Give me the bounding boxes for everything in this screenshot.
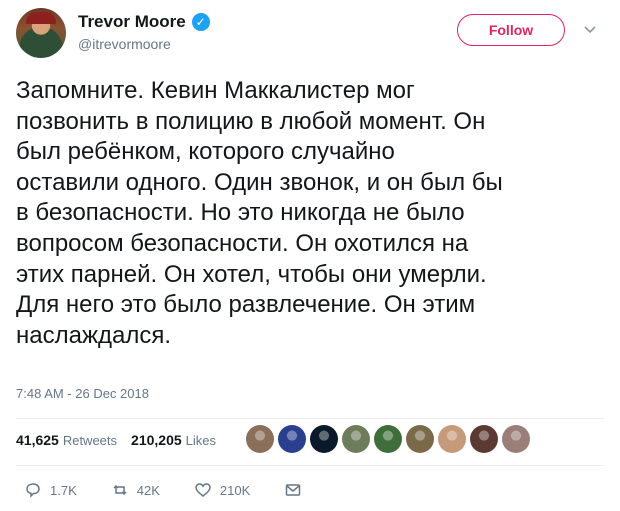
liker-avatar-7[interactable] xyxy=(438,425,466,453)
direct-message-button[interactable] xyxy=(284,481,302,499)
reply-count: 1.7K xyxy=(50,482,77,498)
like-count: 210K xyxy=(219,482,251,498)
likes-stat[interactable]: 210,205 Likes xyxy=(131,432,216,448)
reply-button[interactable]: 1.7K xyxy=(24,481,77,499)
liker-avatar-9[interactable] xyxy=(502,425,530,453)
like-button[interactable]: 210K xyxy=(194,481,250,499)
reply-icon xyxy=(26,483,40,498)
retweet-count: 42K xyxy=(136,482,160,498)
liker-avatar-6[interactable] xyxy=(406,425,434,453)
tweet-timestamp[interactable]: 7:48 AM - 26 Dec 2018 xyxy=(16,386,149,401)
follow-button[interactable]: Follow xyxy=(457,14,565,46)
liker-avatars xyxy=(246,425,530,453)
tweet-text: Запомните. Кевин Маккалистер мог позвони… xyxy=(16,77,503,349)
liker-avatar-5[interactable] xyxy=(374,425,402,453)
retweets-stat[interactable]: 41,625 Retweets xyxy=(16,432,117,448)
likes-label: Likes xyxy=(185,433,216,448)
verified-badge-icon: ✓ xyxy=(191,13,210,31)
user-name[interactable]: Trevor Moore xyxy=(78,12,186,32)
liker-avatar-8[interactable] xyxy=(470,425,498,453)
avatar-hat xyxy=(26,12,56,24)
heart-icon xyxy=(195,483,211,497)
divider xyxy=(16,465,604,466)
liker-avatar-2[interactable] xyxy=(278,425,306,453)
chevron-down-icon[interactable] xyxy=(583,22,597,36)
tweet-stats: 41,625 Retweets 210,205 Likes xyxy=(16,432,216,448)
retweet-icon xyxy=(113,484,127,496)
user-avatar[interactable] xyxy=(16,8,66,58)
liker-avatar-4[interactable] xyxy=(342,425,370,453)
tweet-actions: 1.7K 42K 210K xyxy=(24,481,336,499)
user-name-row: Trevor Moore ✓ xyxy=(78,12,210,32)
retweets-label: Retweets xyxy=(62,433,118,448)
liker-avatar-1[interactable] xyxy=(246,425,274,453)
divider xyxy=(16,418,604,419)
retweet-button[interactable]: 42K xyxy=(111,481,160,499)
likes-count: 210,205 xyxy=(131,432,182,448)
liker-avatar-3[interactable] xyxy=(310,425,338,453)
user-handle[interactable]: @itrevormoore xyxy=(78,36,171,52)
retweets-count: 41,625 xyxy=(16,432,59,448)
envelope-icon xyxy=(286,484,301,496)
